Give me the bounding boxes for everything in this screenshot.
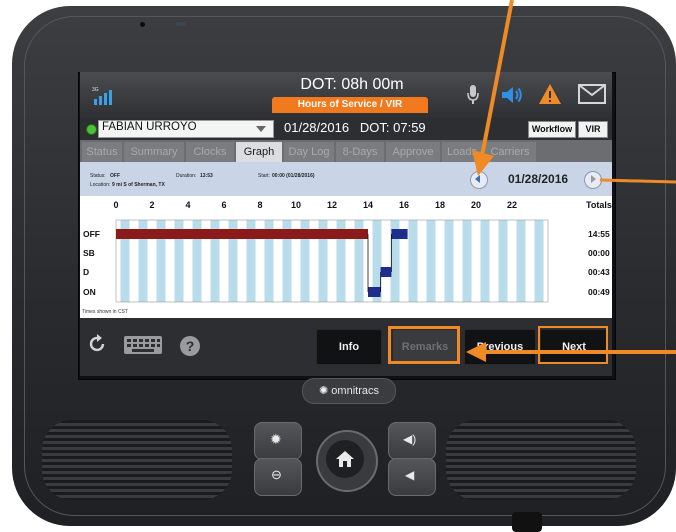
- brightness-up-button[interactable]: ✹: [254, 422, 302, 460]
- volume-up-icon: ◀): [403, 432, 417, 446]
- left-speaker-grille: [42, 420, 232, 500]
- volume-up-button[interactable]: ◀): [388, 422, 436, 460]
- arrow-to-prev-day: [480, 0, 514, 157]
- brightness-up-icon: ✹: [270, 431, 282, 447]
- sun-logo-icon: ✺: [319, 385, 329, 397]
- volume-down-icon: ◀: [405, 468, 415, 482]
- home-icon: [336, 451, 354, 467]
- brand-logo: ✺ omnitracs: [302, 378, 396, 404]
- arrow-head-remarks: [466, 342, 486, 362]
- brand-name: omnitracs: [331, 385, 379, 397]
- brightness-down-button[interactable]: ⊖: [254, 458, 302, 496]
- power-cable: [512, 512, 542, 532]
- right-speaker-grille: [446, 420, 636, 500]
- volume-down-button[interactable]: ◀: [388, 458, 436, 496]
- arrow-to-next-day: [599, 178, 676, 184]
- brightness-down-icon: ⊖: [271, 467, 282, 482]
- arrow-head-prev-day: [472, 150, 494, 176]
